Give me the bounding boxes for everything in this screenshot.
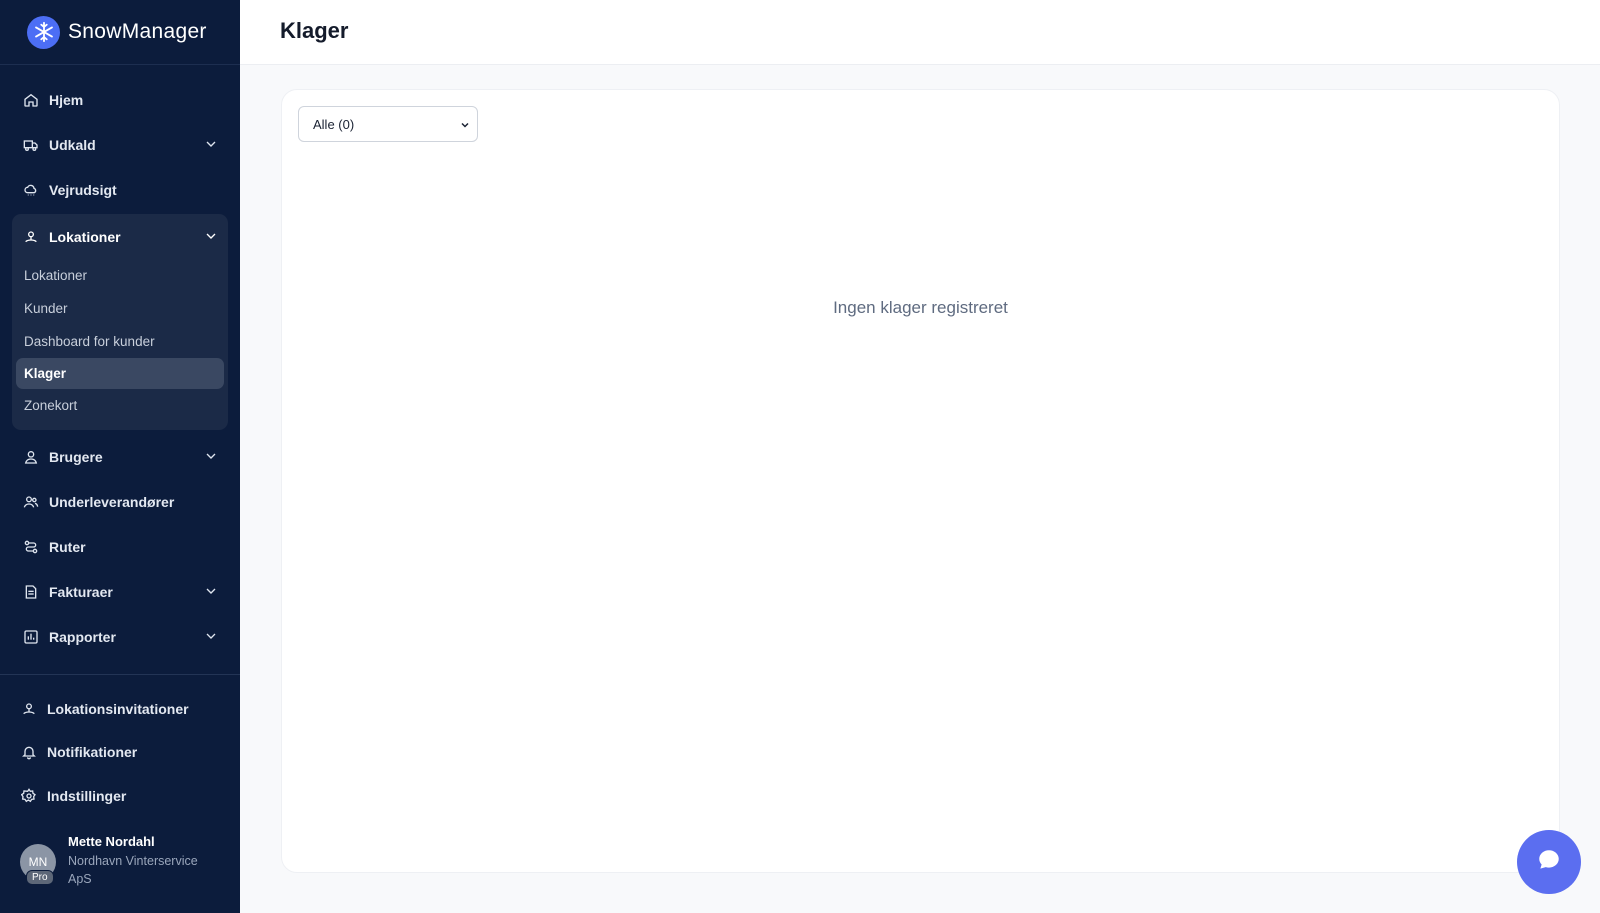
nav-item-indstillinger[interactable]: Indstillinger: [12, 774, 228, 818]
brand[interactable]: SnowManager: [0, 0, 240, 65]
nav-label: Hjem: [49, 91, 84, 108]
nav-item-notifikationer[interactable]: Notifikationer: [12, 731, 228, 775]
nav-item-lokationer[interactable]: Lokationer: [12, 214, 228, 259]
route-icon: [22, 538, 40, 556]
nav-item-udkald[interactable]: Udkald: [12, 122, 228, 167]
filter-selected-value: Alle (0): [313, 116, 355, 132]
home-icon: [22, 91, 40, 109]
subitem-klager[interactable]: Klager: [16, 358, 224, 389]
nav-label: Fakturaer: [49, 583, 113, 600]
chat-button[interactable]: [1517, 830, 1581, 894]
subitem-kunder[interactable]: Kunder: [16, 292, 224, 325]
main-nav: Hjem Udkald Vejrudsigt Lokationer Lokati…: [0, 65, 240, 659]
nav-label: Udkald: [49, 136, 96, 153]
chevron-down-icon: [206, 141, 216, 147]
nav-item-lokationsinvitationer[interactable]: Lokationsinvitationer: [12, 687, 228, 731]
nav-item-rapporter[interactable]: Rapporter: [12, 614, 228, 659]
weather-icon: [22, 181, 40, 199]
location-pin-icon: [22, 228, 40, 246]
chevron-down-icon: [461, 122, 469, 128]
plan-badge: Pro: [26, 870, 54, 885]
chat-bubble-icon: [1536, 847, 1562, 878]
user-icon: [22, 448, 40, 466]
truck-icon: [22, 136, 40, 154]
nav-label: Vejrudsigt: [49, 181, 117, 198]
nav-label: Rapporter: [49, 628, 116, 645]
complaints-card: Alle (0) Ingen klager registreret: [281, 89, 1560, 873]
nav-item-underleverandorer[interactable]: Underleverandører: [12, 479, 228, 524]
subitem-zonekort[interactable]: Zonekort: [16, 389, 224, 422]
users-icon: [22, 493, 40, 511]
sidebar-divider: [0, 674, 240, 675]
nav-label: Lokationsinvitationer: [47, 700, 189, 717]
sidebar: SnowManager Hjem Udkald Vejrudsigt Lokat…: [0, 0, 240, 913]
nav-group-lokationer: Lokationer Lokationer Kunder Dashboard f…: [12, 214, 228, 430]
nav-label: Ruter: [49, 538, 86, 555]
nav-item-hjem[interactable]: Hjem: [12, 77, 228, 122]
bell-icon: [20, 743, 38, 761]
chevron-down-icon: [206, 633, 216, 639]
nav-item-vejrudsigt[interactable]: Vejrudsigt: [12, 167, 228, 212]
chart-icon: [22, 628, 40, 646]
empty-state-text: Ingen klager registreret: [833, 298, 1008, 317]
user-name: Mette Nordahl: [68, 834, 155, 849]
nav-label: Lokationer: [49, 228, 121, 245]
nav-label: Notifikationer: [47, 744, 138, 761]
status-filter-select[interactable]: Alle (0): [298, 106, 478, 142]
app-name: SnowManager: [68, 20, 207, 43]
nav-item-fakturaer[interactable]: Fakturaer: [12, 569, 228, 614]
page-title: Klager: [280, 18, 349, 43]
chevron-down-icon: [206, 588, 216, 594]
chevron-down-icon: [206, 453, 216, 459]
chevron-down-icon: [206, 233, 216, 239]
user-organization: Nordhavn Vinterservice ApS: [68, 854, 198, 886]
nav-label: Underleverandører: [49, 493, 175, 510]
location-pin-icon: [20, 700, 38, 718]
page-header: Klager: [240, 0, 1600, 65]
subitem-lokationer[interactable]: Lokationer: [16, 259, 224, 292]
user-profile[interactable]: MN Pro Mette Nordahl Nordhavn Vinterserv…: [20, 832, 230, 892]
subitem-dashboard-for-kunder[interactable]: Dashboard for kunder: [16, 325, 224, 358]
nav-label: Brugere: [49, 448, 103, 465]
snowflake-icon: [27, 15, 60, 49]
bottom-nav: Lokationsinvitationer Notifikationer Ind…: [0, 687, 240, 818]
gear-icon: [20, 787, 38, 805]
nav-item-ruter[interactable]: Ruter: [12, 524, 228, 569]
invoice-icon: [22, 583, 40, 601]
nav-label: Indstillinger: [47, 787, 127, 804]
nav-item-brugere[interactable]: Brugere: [12, 434, 228, 479]
